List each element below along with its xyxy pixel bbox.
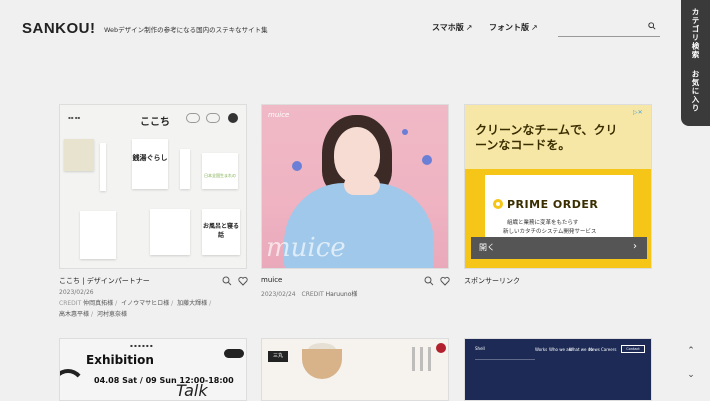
thumb-card — [180, 149, 190, 189]
thumb-brand: 三丸 — [268, 351, 288, 362]
thumb-vertical-text — [420, 347, 423, 371]
thumb-date: 04.08 Sat / 09 Sun 12:00-18:00 — [94, 376, 234, 385]
credit-name[interactable]: イノウマサヒロ様 — [121, 300, 169, 307]
ad-brand: PRIME ORDER — [507, 198, 599, 211]
card-title[interactable]: muice — [261, 276, 282, 284]
card-date: 2023/02/26 — [59, 289, 94, 296]
site-thumbnail[interactable]: ▪ ▪ ▪ ▪ ▪ ▪ Exhibition 04.08 Sat / 09 Su… — [59, 338, 247, 401]
thumb-graphic — [60, 369, 86, 400]
thumb-card — [150, 209, 190, 255]
favorites-tab[interactable]: お気に入り — [690, 70, 701, 113]
thumb-talk: Talk — [176, 381, 208, 400]
thumb-dot — [228, 113, 238, 123]
thumb-nav: ▪ ▪ ▪ ▪ ▪ ▪ — [130, 343, 153, 348]
external-arrow-icon: ↗ — [465, 23, 473, 32]
thumb-pill — [206, 113, 220, 123]
thumb-card — [64, 139, 94, 171]
ad-subtext: 組織と業務に変革をもたらす — [507, 220, 579, 226]
thumb-headline: 日本全国生まれの — [202, 153, 238, 189]
card-meta: 2023/02/24 CREDIT Haruuno様 — [261, 289, 357, 298]
site-thumbnail[interactable]: muice muice — [261, 104, 449, 269]
credit-label: CREDIT — [301, 291, 324, 298]
sponsor-label: スポンサーリンク — [464, 277, 520, 285]
nav-font-label: フォント版 — [489, 23, 529, 32]
thumb-headline: 銭湯ぐらし — [132, 139, 168, 189]
search-icon[interactable] — [648, 22, 656, 30]
thumb-big-logo: muice — [266, 233, 346, 263]
credit-name[interactable]: 河村恵奈様 — [97, 311, 127, 318]
ad-headline: クリーンなチームで、クリーンなコードを。 — [475, 123, 618, 152]
search-input[interactable] — [558, 19, 642, 39]
credit-name[interactable]: Haruuno様 — [326, 291, 358, 298]
category-search-tab[interactable]: カテゴリ検索 — [690, 8, 701, 59]
side-tab: カテゴリ検索 お気に入り — [681, 0, 710, 126]
sponsored-ad[interactable]: ▷✕ クリーンなチームで、クリーンなコードを。 PRIME ORDER 組織と業… — [464, 104, 652, 269]
ad-open-button[interactable]: 開く › — [471, 237, 647, 259]
thumb-nav-item: Works — [535, 347, 548, 352]
site-logo[interactable]: SANKOU! — [22, 20, 96, 37]
card-credits: CREDIT 仲岡真拓様 / イノウマサヒロ様 / 加藤大輝様 / 高木惠平様 / 河村… — [59, 300, 212, 318]
site-thumbnail[interactable]: ▪▪ ▪▪ ここち 銭湯ぐらし 日本全国生まれの お風呂と寝る話 — [59, 104, 247, 269]
thumb-logo: muice — [268, 111, 290, 119]
heart-icon[interactable] — [238, 276, 248, 286]
scroll-down-icon[interactable]: ⌄ — [685, 370, 697, 382]
thumb-pill-button — [224, 349, 244, 358]
ad-open-label: 開く — [479, 243, 495, 252]
site-thumbnail[interactable]: Shell Works Who we are What we do News C… — [464, 338, 652, 401]
nav-smartphone-label: スマホ版 — [432, 23, 464, 32]
site-tagline: Webデザイン制作の参考になる国内のステキなサイト集 — [104, 26, 268, 34]
scroll-up-icon[interactable]: ⌃ — [685, 346, 697, 358]
search-box — [558, 16, 660, 39]
thumb-vertical-text — [412, 347, 415, 371]
thumb-logo: Shell — [475, 346, 485, 351]
heart-icon[interactable] — [440, 276, 450, 286]
thumb-heading: Exhibition — [86, 353, 154, 367]
credit-name[interactable]: 仲岡真拓様 — [83, 300, 113, 307]
thumb-nav: ▪▪ ▪▪ — [68, 115, 81, 120]
thumb-card — [80, 211, 116, 259]
flower-decoration — [402, 129, 408, 135]
thumb-logo: ここち — [140, 117, 170, 128]
thumb-photo-bowl — [302, 349, 342, 379]
thumb-divider — [475, 359, 535, 360]
nav-smartphone-link[interactable]: スマホ版 ↗ — [432, 22, 472, 33]
credit-name[interactable]: 高木惠平様 — [59, 311, 89, 318]
thumb-headline: お風呂と寝る話 — [202, 209, 240, 255]
prime-order-logo-icon — [493, 199, 503, 209]
card-date: 2023/02/24 — [261, 291, 296, 298]
card-title[interactable]: ここち | デザインパートナー — [59, 276, 150, 286]
nav-font-link[interactable]: フォント版 ↗ — [489, 22, 538, 33]
thumb-vertical-text — [428, 347, 431, 371]
thumb-photo-hand — [344, 175, 380, 195]
flower-decoration — [422, 155, 432, 165]
chevron-right-icon: › — [633, 241, 637, 252]
thumb-contact-button: Contact — [621, 345, 645, 353]
credit-name[interactable]: 加藤大輝様 — [177, 300, 207, 307]
thumb-seal — [436, 343, 446, 353]
site-thumbnail[interactable]: 三丸 — [261, 338, 449, 401]
thumb-card — [100, 143, 106, 191]
zoom-icon[interactable] — [424, 276, 434, 286]
thumb-pill — [186, 113, 200, 123]
thumb-nav-item: News — [589, 347, 600, 352]
external-arrow-icon: ↗ — [531, 23, 538, 32]
ad-choices-icon[interactable]: ▷✕ — [633, 109, 647, 117]
zoom-icon[interactable] — [222, 276, 232, 286]
credit-label: CREDIT — [59, 300, 82, 307]
ad-subtext: 新しいカタチのシステム開発サービス — [503, 229, 597, 235]
thumb-nav-item: Careers — [601, 347, 617, 352]
flower-decoration — [292, 161, 302, 171]
